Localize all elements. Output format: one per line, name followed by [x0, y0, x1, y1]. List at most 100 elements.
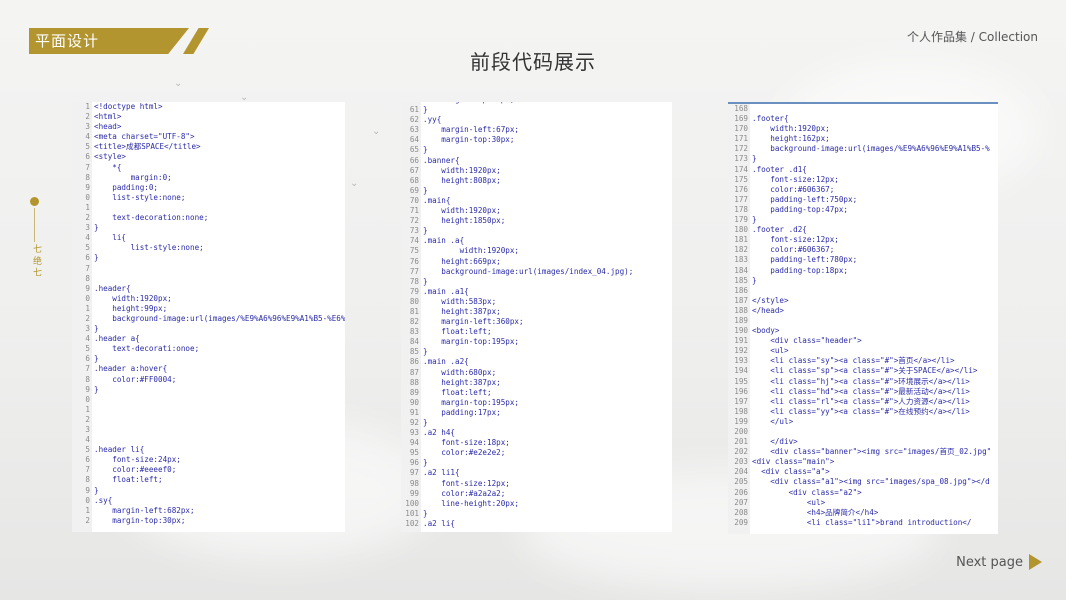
line-number: 8 — [85, 374, 90, 384]
line-number: 64 — [409, 135, 419, 145]
code-line: 96} — [401, 458, 672, 468]
code-text: } — [423, 145, 428, 155]
code-text: height:808px; — [423, 175, 501, 185]
code-line: 89 float:left; — [401, 388, 672, 398]
code-text: .footer .d1{ — [752, 164, 807, 174]
code-line: 91 padding:17px; — [401, 408, 672, 418]
code-line: 78} — [401, 277, 672, 287]
code-text: color:#606367; — [752, 184, 835, 194]
code-text: line-height:20px; — [423, 498, 520, 508]
code-line: 9} — [72, 385, 345, 395]
line-number: 94 — [409, 438, 419, 448]
code-text: } — [94, 324, 99, 334]
code-line: 3 — [72, 425, 345, 435]
code-line: 193 <li class="sy"><a class="#">首页</a></… — [728, 356, 998, 366]
code-text: width:583px; — [423, 296, 497, 306]
code-text: <title>成都SPACE</title> — [94, 142, 201, 152]
code-text: <li class="sp"><a class="#">关于SPACE</a><… — [752, 366, 978, 376]
code-text: <h4>品牌简介</h4> — [752, 507, 879, 517]
code-line: 195 <li class="hj"><a class="#">环境展示</a>… — [728, 377, 998, 387]
code-text: <!doctype html> — [94, 102, 163, 111]
code-line: 85} — [401, 347, 672, 357]
code-text: margin:0; — [94, 172, 172, 182]
code-text: .footer .d2{ — [752, 225, 807, 235]
line-number: 180 — [734, 225, 748, 235]
code-text: color:#606367; — [752, 245, 835, 255]
code-line: 200 — [728, 427, 998, 437]
code-line: 168 — [728, 104, 998, 114]
line-number: 176 — [734, 184, 748, 194]
code-text: color:#FF0004; — [94, 374, 177, 384]
code-line: 171 height:162px; — [728, 134, 998, 144]
code-line: 183 padding-left:780px; — [728, 255, 998, 265]
code-text: padding:0; — [94, 182, 159, 192]
code-line: 80 width:583px; — [401, 297, 672, 307]
code-line: 178 padding-top:47px; — [728, 205, 998, 215]
code-line: 184 padding-top:18px; — [728, 266, 998, 276]
line-number: 88 — [409, 377, 419, 387]
code-text: } — [423, 418, 428, 427]
line-number: 183 — [734, 255, 748, 265]
code-line: 74 .main .a{ — [401, 236, 672, 246]
code-text: <style> — [94, 152, 127, 162]
line-number: 85 — [409, 347, 419, 357]
code-text: padding-top:18px; — [752, 265, 849, 275]
line-number: 9 — [85, 283, 90, 293]
code-text: height:669px; — [423, 256, 501, 266]
line-number: 207 — [734, 497, 748, 507]
code-text: width:1920px; — [94, 293, 172, 303]
code-text: font-size:12px; — [423, 478, 510, 488]
code-line: 5 <title>成都SPACE</title> — [72, 142, 345, 152]
line-number: 78 — [409, 276, 419, 286]
decoration-text: 七 绝 七 — [31, 244, 41, 277]
code-line: 2 — [72, 415, 345, 425]
code-text: li{ — [94, 233, 127, 243]
code-line: 189 — [728, 316, 998, 326]
line-number: 168 — [734, 104, 748, 113]
code-line: 67 width:1920px; — [401, 166, 672, 176]
code-text: background-image:url(images/%E9%A6%96%E9… — [94, 313, 345, 323]
code-text: color:#e2e2e2; — [423, 448, 506, 458]
code-text: margin-left:360px; — [423, 317, 524, 327]
line-number: 73 — [409, 226, 419, 236]
code-text: } — [423, 347, 428, 357]
code-line: 2 background-image:url(images/%E9%A6%96%… — [72, 314, 345, 324]
page-title: 前段代码展示 — [470, 50, 596, 74]
code-line: 190 <body> — [728, 326, 998, 336]
code-line: 170 width:1920px; — [728, 124, 998, 134]
line-number: 201 — [734, 437, 748, 447]
code-line: 7 — [72, 264, 345, 274]
code-text: height:387px; — [423, 377, 501, 387]
line-number: 3 — [85, 425, 90, 434]
code-text: <div class="a2"> — [752, 487, 862, 497]
code-text: <li class="yy"><a class="#">在线预约</a></li… — [752, 406, 970, 416]
code-line: 194 <li class="sp"><a class="#">关于SPACE<… — [728, 366, 998, 376]
code-line: 8 margin:0; — [72, 173, 345, 183]
line-number: 203 — [734, 457, 748, 467]
line-number: 75 — [409, 246, 419, 256]
code-text: padding-top:47px; — [752, 204, 849, 214]
code-line: 7 .header a:hover{ — [72, 364, 345, 374]
code-text: <li class="hd"><a class="#">最新活动</a></li… — [752, 386, 970, 396]
line-number: 3 — [85, 223, 90, 233]
line-number: 209 — [734, 517, 748, 527]
code-line: 179} — [728, 215, 998, 225]
code-line: 72 height:1850px; — [401, 216, 672, 226]
play-arrow-icon — [1029, 554, 1042, 570]
code-line: 181 font-size:12px; — [728, 235, 998, 245]
line-number: 101 — [405, 508, 419, 518]
line-number: 70 — [409, 195, 419, 205]
line-number: 200 — [734, 427, 748, 436]
next-page-button[interactable]: Next page — [956, 554, 1042, 570]
code-line: 3 <head> — [72, 122, 345, 132]
next-page-label: Next page — [956, 554, 1023, 570]
code-line: 197 <li class="rl"><a class="#">人力资源</a>… — [728, 397, 998, 407]
code-text: width:680px; — [423, 367, 497, 377]
code-line: 0 width:1920px; — [72, 294, 345, 304]
code-text: } — [94, 485, 99, 495]
line-number: 190 — [734, 326, 748, 336]
code-text: height:1850px; — [423, 216, 506, 226]
code-line: 208 <h4>品牌简介</h4> — [728, 508, 998, 518]
bird-icon: ⌄ — [350, 178, 359, 189]
code-text: <html> — [94, 112, 122, 122]
